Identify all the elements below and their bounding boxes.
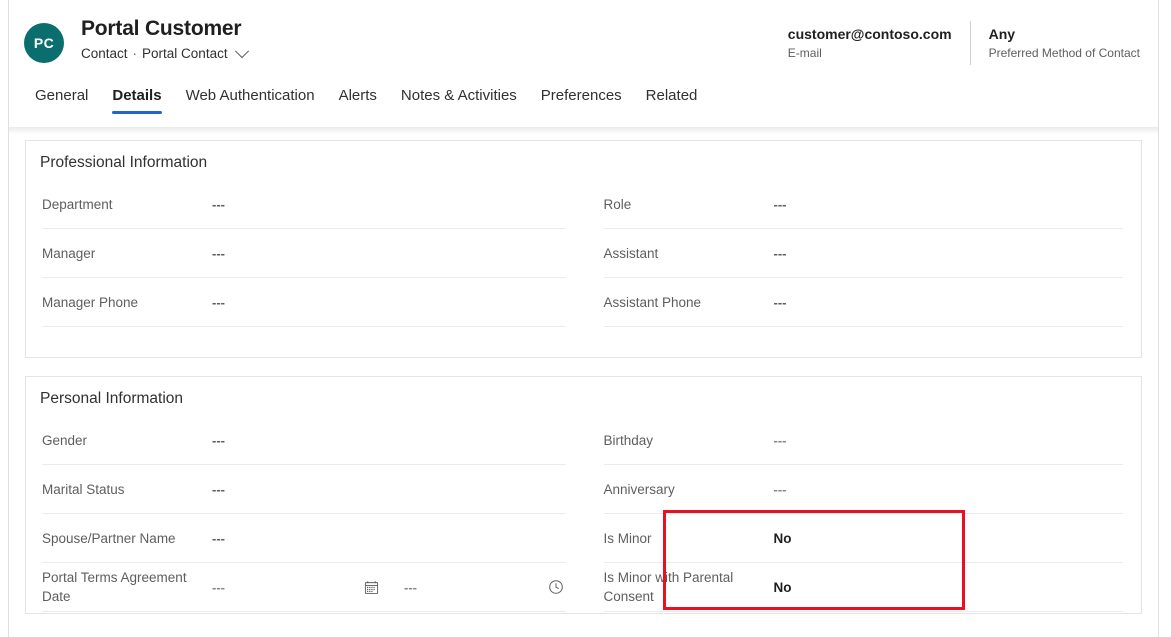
section-columns-professional: Department --- Manager --- Manager Phone…	[26, 180, 1141, 327]
avatar-initials: PC	[34, 35, 54, 51]
clock-icon[interactable]	[540, 579, 568, 595]
field-value-gender[interactable]: ---	[212, 431, 566, 450]
tab-general[interactable]: General	[23, 80, 100, 108]
field-label-manager: Manager	[42, 244, 212, 263]
chevron-down-icon[interactable]	[235, 44, 249, 58]
section-title-personal-information: Personal Information	[26, 377, 1141, 416]
record-header-top: PC Portal Customer Contact · Portal Cont…	[9, 0, 1158, 78]
tab-label: Preferences	[541, 87, 622, 104]
field-value-assistant-phone[interactable]: ---	[774, 293, 1124, 312]
breadcrumb-form-name[interactable]: Portal Contact	[142, 44, 228, 63]
field-value-agreement-date[interactable]: ---	[212, 578, 364, 597]
field-label-assistant: Assistant	[604, 244, 774, 263]
field-row-spouse-partner-name[interactable]: Spouse/Partner Name ---	[42, 514, 566, 563]
field-label-manager-phone: Manager Phone	[42, 293, 212, 312]
datetime-field-group: ---	[212, 578, 568, 597]
field-row-assistant-phone[interactable]: Assistant Phone ---	[604, 278, 1124, 327]
form-tab-list: General Details Web Authentication Alerts No…	[23, 80, 709, 126]
column-left-personal: Gender --- Marital Status --- Spouse/Par…	[26, 416, 584, 612]
tab-label: Details	[112, 87, 161, 104]
header-field-email-label: E-mail	[788, 45, 952, 62]
tab-label: Alerts	[339, 87, 377, 104]
header-field-preferred-contact-label: Preferred Method of Contact	[989, 45, 1140, 62]
header-quick-fields: customer@contoso.com E-mail Any Preferre…	[770, 21, 1158, 65]
tab-preferences[interactable]: Preferences	[529, 80, 634, 108]
field-value-agreement-time[interactable]: ---	[390, 578, 540, 597]
tab-web-authentication[interactable]: Web Authentication	[174, 80, 327, 108]
form-content: Professional Information Department --- …	[8, 134, 1159, 637]
field-label-marital-status: Marital Status	[42, 480, 212, 499]
section-professional-information: Professional Information Department --- …	[25, 140, 1142, 358]
field-row-portal-terms-agreement-date[interactable]: Portal Terms Agreement Date ---	[42, 563, 566, 612]
contact-details-page: PC Portal Customer Contact · Portal Cont…	[0, 0, 1171, 637]
header-field-email-value: customer@contoso.com	[788, 25, 952, 44]
column-left-professional: Department --- Manager --- Manager Phone…	[26, 180, 584, 327]
field-label-is-minor-with-parental-consent: Is Minor with Parental Consent	[604, 568, 774, 606]
field-row-department[interactable]: Department ---	[42, 180, 566, 229]
field-label-spouse-partner-name: Spouse/Partner Name	[42, 529, 212, 548]
field-value-is-minor[interactable]: No	[774, 529, 1124, 548]
tab-label: General	[35, 87, 88, 104]
field-value-role[interactable]: ---	[774, 195, 1124, 214]
field-value-manager[interactable]: ---	[212, 244, 566, 263]
breadcrumb-entity: Contact	[81, 44, 128, 63]
field-value-spouse-partner-name[interactable]: ---	[212, 529, 566, 548]
field-label-is-minor: Is Minor	[604, 529, 774, 548]
record-header: PC Portal Customer Contact · Portal Cont…	[8, 0, 1159, 127]
tab-label: Notes & Activities	[401, 87, 517, 104]
section-personal-information: Personal Information Gender --- Marital …	[25, 376, 1142, 614]
header-field-email[interactable]: customer@contoso.com E-mail	[770, 21, 970, 65]
field-label-role: Role	[604, 195, 774, 214]
field-label-department: Department	[42, 195, 212, 214]
section-personal-footer-space	[26, 612, 1141, 613]
header-divider	[8, 127, 1159, 134]
calendar-icon[interactable]	[364, 580, 390, 595]
tab-alerts[interactable]: Alerts	[327, 80, 389, 108]
field-row-manager-phone[interactable]: Manager Phone ---	[42, 278, 566, 327]
record-title-block: Portal Customer Contact · Portal Contact	[81, 15, 247, 63]
field-row-assistant[interactable]: Assistant ---	[604, 229, 1124, 278]
field-row-is-minor-with-parental-consent[interactable]: Is Minor with Parental Consent No	[604, 563, 1124, 612]
page-title: Portal Customer	[81, 15, 247, 43]
field-value-assistant[interactable]: ---	[774, 244, 1124, 263]
field-row-manager[interactable]: Manager ---	[42, 229, 566, 278]
section-professional-footer-space	[26, 327, 1141, 357]
field-value-marital-status[interactable]: ---	[212, 480, 566, 499]
field-row-birthday[interactable]: Birthday ---	[604, 416, 1124, 465]
header-field-preferred-contact-value: Any	[989, 25, 1140, 44]
field-row-gender[interactable]: Gender ---	[42, 416, 566, 465]
field-value-anniversary[interactable]: ---	[774, 480, 1124, 499]
tab-label: Related	[646, 87, 698, 104]
column-right-professional: Role --- Assistant --- Assistant Phone -…	[584, 180, 1142, 327]
field-value-portal-terms-agreement-date: ---	[212, 578, 568, 597]
field-label-assistant-phone: Assistant Phone	[604, 293, 774, 312]
column-right-personal: Birthday --- Anniversary --- Is Minor No…	[584, 416, 1142, 612]
avatar: PC	[24, 23, 64, 63]
field-row-marital-status[interactable]: Marital Status ---	[42, 465, 566, 514]
tab-label: Web Authentication	[186, 87, 315, 104]
tab-details[interactable]: Details	[100, 80, 173, 108]
field-label-anniversary: Anniversary	[604, 480, 774, 499]
tab-related[interactable]: Related	[634, 80, 710, 108]
section-title-professional-information: Professional Information	[26, 141, 1141, 180]
breadcrumb: Contact · Portal Contact	[81, 44, 247, 63]
field-row-is-minor[interactable]: Is Minor No	[604, 514, 1124, 563]
field-value-is-minor-with-parental-consent[interactable]: No	[774, 578, 1124, 597]
section-columns-personal: Gender --- Marital Status --- Spouse/Par…	[26, 416, 1141, 612]
field-label-birthday: Birthday	[604, 431, 774, 450]
field-row-anniversary[interactable]: Anniversary ---	[604, 465, 1124, 514]
breadcrumb-separator: ·	[133, 44, 138, 63]
field-label-portal-terms-agreement-date: Portal Terms Agreement Date	[42, 568, 212, 606]
field-label-gender: Gender	[42, 431, 212, 450]
tab-notes-activities[interactable]: Notes & Activities	[389, 80, 529, 108]
header-field-preferred-contact[interactable]: Any Preferred Method of Contact	[970, 21, 1158, 65]
field-value-manager-phone[interactable]: ---	[212, 293, 566, 312]
field-value-department[interactable]: ---	[212, 195, 566, 214]
field-value-birthday[interactable]: ---	[774, 431, 1124, 450]
field-row-role[interactable]: Role ---	[604, 180, 1124, 229]
